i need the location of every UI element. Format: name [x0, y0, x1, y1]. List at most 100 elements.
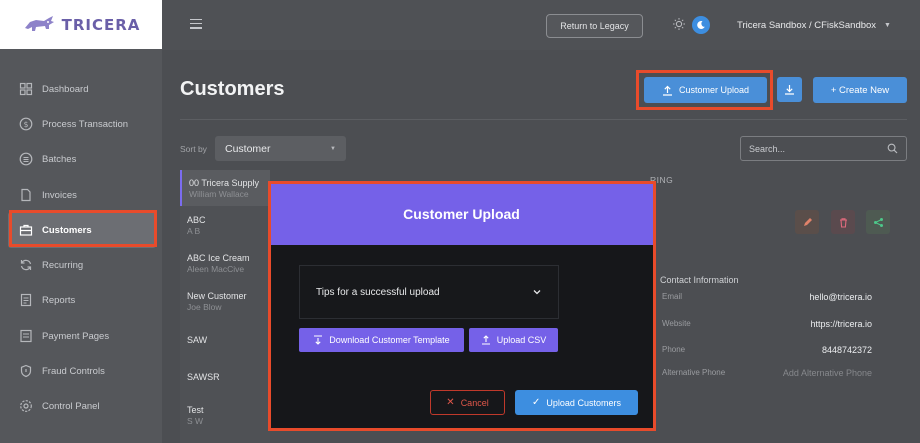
refresh-icon	[20, 259, 32, 271]
sidebar-item-label: Batches	[42, 153, 77, 165]
sidebar-item-label: Recurring	[42, 259, 84, 271]
list-item[interactable]: ABC A B	[180, 215, 270, 236]
customer-contact: Joe Blow	[187, 302, 222, 312]
contact-heading: Contact Information	[660, 275, 739, 285]
contact-row-phone: Phone 8448742372	[662, 345, 872, 355]
customer-name: ABC Ice Cream	[187, 253, 250, 263]
create-new-label: + Create New	[830, 84, 890, 96]
share-icon	[873, 217, 883, 227]
list-circle-icon	[19, 152, 33, 166]
contact-key: Alternative Phone	[662, 368, 726, 377]
sidebar-item-process-transaction[interactable]: $ Process Transaction	[8, 106, 156, 142]
share-button[interactable]	[866, 210, 890, 234]
sort-select[interactable]: Customer ▼	[215, 136, 346, 161]
sidebar-item-control-panel[interactable]: Control Panel	[8, 388, 156, 424]
top-bar: Return to Legacy Tricera Sandbox / CFisk…	[162, 0, 920, 50]
sidebar-item-customers[interactable]: Customers	[8, 212, 156, 248]
contact-row-website: Website https://tricera.io	[662, 319, 872, 329]
download-template-label: Download Customer Template	[329, 335, 450, 345]
upload-csv-label: Upload CSV	[496, 335, 547, 345]
download-button[interactable]	[777, 77, 802, 102]
contact-row-email: Email hello@tricera.io	[662, 292, 872, 302]
page-icon	[20, 329, 32, 343]
dollar-circle-icon: $	[19, 117, 33, 131]
customer-name: SAW	[187, 335, 208, 345]
upload-customers-label: Upload Customers	[546, 397, 621, 408]
sidebar-item-label: Customers	[42, 224, 92, 236]
chevron-down-icon: ▼	[884, 22, 891, 29]
sidebar-item-invoices[interactable]: Invoices	[8, 177, 156, 213]
list-item[interactable]: ABC Ice Cream Aleen MacCive	[180, 253, 270, 274]
tips-accordion[interactable]: Tips for a successful upload	[299, 265, 559, 319]
download-template-button[interactable]: Download Customer Template	[299, 328, 464, 352]
contact-row-alt-phone: Alternative Phone Add Alternative Phone	[662, 368, 872, 378]
brand-name: TRICERA	[61, 15, 141, 34]
trash-icon	[839, 217, 847, 228]
customer-contact: Aleen MacCive	[187, 264, 245, 274]
customer-upload-button[interactable]: Customer Upload	[644, 77, 767, 103]
gear-icon	[20, 400, 32, 412]
triceratops-icon	[24, 15, 54, 31]
list-item[interactable]: New Customer Joe Blow	[180, 291, 270, 312]
search-icon	[887, 143, 898, 154]
list-item[interactable]: SAWSR	[180, 372, 270, 382]
contact-key: Email	[662, 292, 683, 301]
list-item[interactable]: Test S W	[180, 405, 270, 426]
shield-icon	[20, 364, 32, 378]
delete-button[interactable]	[831, 210, 855, 234]
sidebar-item-label: Dashboard	[42, 83, 89, 95]
return-to-legacy-button[interactable]: Return to Legacy	[546, 14, 643, 38]
sidebar-item-label: Invoices	[42, 189, 77, 201]
upload-csv-button[interactable]: Upload CSV	[469, 328, 558, 352]
sidebar-item-label: Control Panel	[42, 400, 100, 412]
customer-upload-label: Customer Upload	[678, 85, 750, 95]
customer-contact: William Wallace	[189, 189, 249, 199]
tips-label: Tips for a successful upload	[316, 286, 440, 298]
search-input[interactable]: Search...	[740, 136, 907, 161]
upload-customers-button[interactable]: ✓ Upload Customers	[515, 390, 638, 415]
sidebar-item-label: Process Transaction	[42, 118, 129, 130]
create-new-button[interactable]: + Create New	[813, 77, 907, 103]
logo[interactable]: TRICERA	[0, 0, 162, 49]
contact-key: Website	[662, 319, 691, 328]
contact-value[interactable]: https://tricera.io	[810, 319, 872, 329]
customer-name: 00 Tricera Supply	[189, 178, 260, 188]
chevron-down-icon: ▼	[330, 145, 336, 152]
sun-icon[interactable]	[672, 17, 686, 31]
customer-name: ABC	[187, 215, 206, 225]
sidebar-item-payment-pages[interactable]: Payment Pages	[8, 318, 156, 354]
modal-title: Customer Upload	[270, 183, 653, 245]
sidebar-item-recurring[interactable]: Recurring	[8, 247, 156, 283]
sidebar-item-label: Fraud Controls	[42, 365, 105, 377]
contact-key: Phone	[662, 345, 686, 354]
sort-value: Customer	[225, 142, 271, 155]
cancel-button[interactable]: ✕ Cancel	[430, 390, 505, 415]
customer-name: SAWSR	[187, 372, 220, 382]
contact-value: 8448742372	[821, 345, 872, 355]
list-item[interactable]: SAW	[180, 335, 270, 345]
customer-name: New Customer	[187, 291, 247, 301]
list-item[interactable]: 00 Tricera Supply William Wallace	[180, 170, 270, 206]
check-icon: ✓	[532, 397, 541, 408]
edit-button[interactable]	[795, 210, 819, 234]
download-icon	[314, 335, 323, 345]
divider	[180, 119, 907, 120]
menu-icon[interactable]	[190, 19, 202, 32]
sidebar-item-dashboard[interactable]: Dashboard	[8, 71, 156, 107]
upload-icon	[481, 335, 490, 345]
close-icon: ✕	[446, 397, 455, 408]
search-placeholder: Search...	[749, 143, 786, 154]
grid-icon	[19, 82, 33, 96]
detail-header: RING	[650, 175, 674, 185]
customer-name: Test	[187, 405, 204, 415]
sidebar-item-reports[interactable]: Reports	[8, 282, 156, 318]
add-alt-phone-field[interactable]: Add Alternative Phone	[783, 368, 872, 378]
briefcase-icon	[19, 224, 33, 236]
sidebar-item-label: Reports	[42, 294, 76, 306]
report-icon	[20, 293, 32, 307]
account-menu[interactable]: Tricera Sandbox / CFiskSandbox ▼	[737, 20, 891, 31]
sidebar-item-fraud-controls[interactable]: Fraud Controls	[8, 353, 156, 389]
contact-value[interactable]: hello@tricera.io	[809, 292, 872, 302]
moon-icon[interactable]	[692, 16, 710, 34]
sidebar-item-batches[interactable]: Batches	[8, 141, 156, 177]
